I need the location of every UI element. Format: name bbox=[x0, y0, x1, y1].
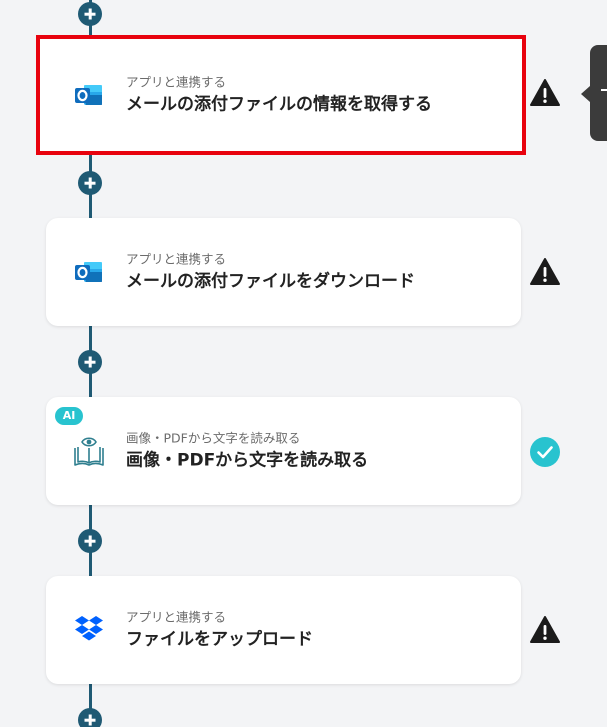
step-card-download-attachment[interactable]: アプリと連携する メールの添付ファイルをダウンロード bbox=[46, 218, 521, 326]
tooltip-arrow bbox=[581, 86, 590, 102]
step-title: 画像・PDFから文字を読み取る bbox=[126, 450, 369, 471]
outlook-icon bbox=[72, 78, 106, 112]
outlook-icon bbox=[72, 255, 106, 289]
add-step-button[interactable] bbox=[78, 350, 102, 374]
step-type-label: 画像・PDFから文字を読み取る bbox=[126, 430, 301, 446]
step-type-label: アプリと連携する bbox=[126, 74, 227, 90]
step-title: メールの添付ファイルをダウンロード bbox=[126, 271, 415, 292]
step-card-get-attachment-info[interactable]: アプリと連携する メールの添付ファイルの情報を取得する bbox=[36, 35, 526, 155]
flow-canvas: アプリと連携する メールの添付ファイルの情報を取得する アプリと連携する メール… bbox=[0, 0, 607, 727]
step-title: メールの添付ファイルの情報を取得する bbox=[126, 94, 432, 115]
check-circle-icon bbox=[529, 436, 561, 468]
book-eye-icon bbox=[72, 434, 106, 468]
ai-badge: AI bbox=[55, 407, 83, 425]
warning-icon bbox=[529, 614, 561, 646]
step-type-label: アプリと連携する bbox=[126, 251, 227, 267]
warning-icon bbox=[529, 77, 561, 109]
add-step-button[interactable] bbox=[78, 708, 102, 727]
step-title: ファイルをアップロード bbox=[126, 629, 313, 650]
warning-icon bbox=[529, 256, 561, 288]
tooltip-glyph bbox=[601, 89, 607, 91]
step-card-upload-file[interactable]: アプリと連携する ファイルをアップロード bbox=[46, 576, 521, 684]
step-card-ocr[interactable]: 画像・PDFから文字を読み取る 画像・PDFから文字を読み取る bbox=[46, 397, 521, 505]
add-step-button[interactable] bbox=[78, 529, 102, 553]
tooltip-panel bbox=[590, 45, 607, 141]
step-type-label: アプリと連携する bbox=[126, 609, 227, 625]
dropbox-icon bbox=[72, 613, 106, 647]
add-step-button[interactable] bbox=[78, 2, 102, 26]
add-step-button[interactable] bbox=[78, 171, 102, 195]
